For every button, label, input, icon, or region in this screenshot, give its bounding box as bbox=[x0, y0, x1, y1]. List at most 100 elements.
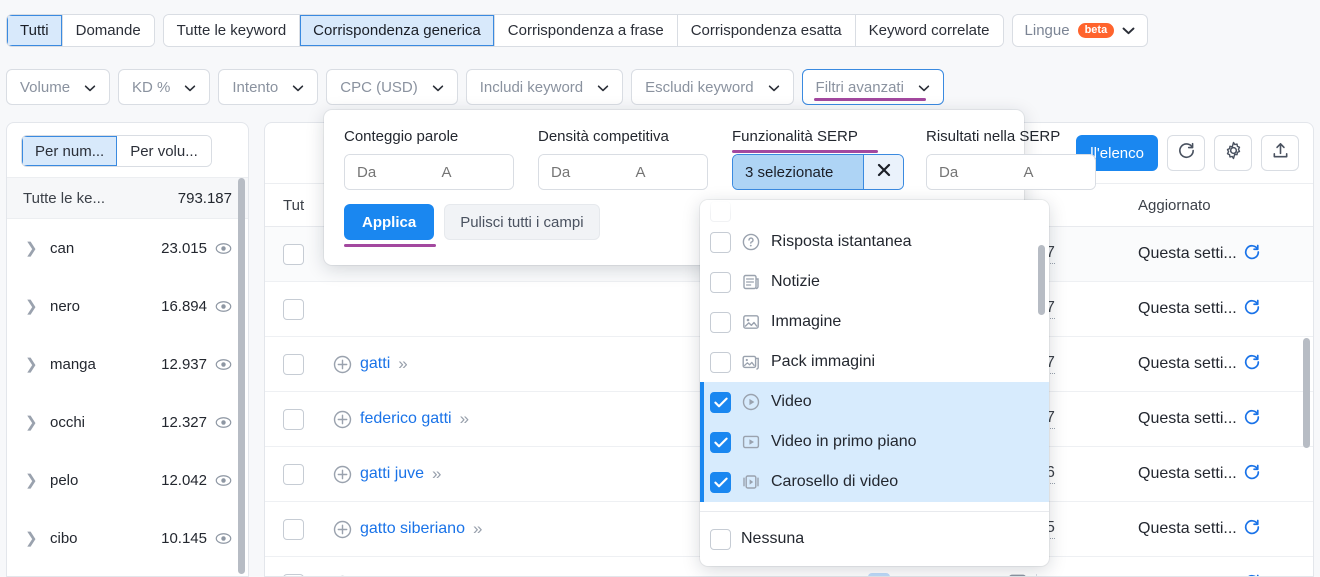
keyword-link[interactable]: gatti bbox=[360, 355, 390, 373]
sidebar-group-row[interactable]: ❯ manga 12.937 bbox=[7, 335, 248, 393]
eye-icon[interactable] bbox=[215, 530, 232, 547]
sidebar-group-row[interactable]: ❯ pelo 12.042 bbox=[7, 451, 248, 509]
chevron-right-icon[interactable]: ❯ bbox=[25, 529, 43, 547]
serp-features-select[interactable]: 3 selezionate bbox=[732, 154, 904, 190]
tab-corrispondenza-generica[interactable]: Corrispondenza generica bbox=[300, 15, 495, 46]
serp-results-to-input[interactable] bbox=[1011, 155, 1095, 189]
row-checkbox-cell[interactable] bbox=[265, 353, 331, 375]
row-refresh-icon[interactable] bbox=[1243, 463, 1261, 486]
density-from-input[interactable] bbox=[539, 155, 623, 189]
row-refresh-icon[interactable] bbox=[1243, 298, 1261, 321]
add-keyword-icon[interactable] bbox=[333, 410, 352, 429]
sidebar-tab-per-numero[interactable]: Per num... bbox=[22, 136, 118, 166]
eye-icon[interactable] bbox=[215, 298, 232, 315]
chevron-right-icon[interactable]: ❯ bbox=[25, 239, 43, 257]
tab-corrispondenza-a-frase[interactable]: Corrispondenza a frase bbox=[494, 15, 678, 46]
row-checkbox[interactable] bbox=[283, 298, 304, 320]
serp-option-checkbox[interactable] bbox=[710, 271, 731, 293]
table-scrollbar[interactable] bbox=[1303, 338, 1310, 448]
filter-kd[interactable]: KD % bbox=[118, 69, 211, 105]
serp-option-checkbox[interactable] bbox=[710, 391, 731, 413]
keyword-expand-icon[interactable]: » bbox=[432, 464, 442, 484]
sidebar-tab-per-volume[interactable]: Per volu... bbox=[117, 136, 211, 166]
serp-option-pack-immagini[interactable]: Pack immagini bbox=[700, 342, 1049, 382]
keyword-link[interactable]: gatti juve bbox=[360, 465, 424, 483]
sidebar-scrollbar[interactable] bbox=[238, 178, 245, 574]
row-checkbox[interactable] bbox=[283, 573, 304, 576]
sidebar-all-keywords-row[interactable]: Tutte le ke... 793.187 bbox=[7, 177, 248, 219]
refresh-button[interactable] bbox=[1167, 135, 1205, 171]
filter-intento[interactable]: Intento bbox=[218, 69, 319, 105]
keyword-expand-icon[interactable]: » bbox=[473, 519, 483, 539]
row-checkbox[interactable] bbox=[283, 463, 304, 485]
add-keyword-icon[interactable] bbox=[333, 520, 352, 539]
intent-badge-informational[interactable]: I bbox=[868, 573, 890, 576]
tab-keyword-correlate[interactable]: Keyword correlate bbox=[855, 15, 1003, 46]
row-checkbox-cell[interactable] bbox=[265, 408, 331, 430]
keyword-link[interactable]: gatto siberiano bbox=[360, 520, 465, 538]
sidebar-group-row[interactable]: ❯ occhi 12.327 bbox=[7, 393, 248, 451]
tab-tutte-le-keyword[interactable]: Tutte le keyword bbox=[163, 15, 301, 46]
serp-option-checkbox[interactable] bbox=[710, 231, 731, 253]
header-updated[interactable]: Aggiornato bbox=[1138, 197, 1313, 214]
sidebar-group-row[interactable]: ❯ can 23.015 bbox=[7, 219, 248, 277]
chevron-right-icon[interactable]: ❯ bbox=[25, 297, 43, 315]
row-checkbox[interactable] bbox=[283, 243, 304, 265]
serp-option-checkbox[interactable] bbox=[710, 200, 731, 222]
tab-corrispondenza-esatta[interactable]: Corrispondenza esatta bbox=[677, 15, 856, 46]
filter-volume[interactable]: Volume bbox=[6, 69, 111, 105]
serp-dropdown-scrollbar[interactable] bbox=[1038, 245, 1045, 315]
tab-tutti[interactable]: Tutti bbox=[7, 15, 63, 46]
filter-includi-keyword[interactable]: Includi keyword bbox=[465, 69, 624, 105]
row-checkbox-cell[interactable] bbox=[265, 298, 331, 320]
row-checkbox-cell[interactable] bbox=[265, 463, 331, 485]
tab-domande[interactable]: Domande bbox=[62, 15, 154, 46]
serp-option-checkbox[interactable] bbox=[710, 431, 731, 453]
serp-option-carosello-di-video[interactable]: Carosello di video bbox=[700, 462, 1049, 502]
density-to-input[interactable] bbox=[623, 155, 707, 189]
filter-cpc[interactable]: CPC (USD) bbox=[326, 69, 458, 105]
competitive-density-range[interactable] bbox=[538, 154, 708, 190]
sf-cell[interactable]: 6 bbox=[988, 572, 1138, 576]
row-checkbox-cell[interactable] bbox=[265, 573, 331, 576]
serp-option-immagine[interactable]: Immagine bbox=[700, 302, 1049, 342]
keyword-expand-icon[interactable]: » bbox=[460, 409, 470, 429]
eye-icon[interactable] bbox=[215, 240, 232, 257]
filter-filtri-avanzati[interactable]: Filtri avanzati bbox=[801, 69, 944, 105]
word-count-range[interactable] bbox=[344, 154, 514, 190]
serp-option-nessuna[interactable]: Nessuna bbox=[700, 511, 1049, 566]
serp-option-video-in-primo-piano[interactable]: Video in primo piano bbox=[700, 422, 1049, 462]
row-refresh-icon[interactable] bbox=[1243, 518, 1261, 541]
keyword-expand-icon[interactable]: » bbox=[398, 354, 408, 374]
clear-all-fields-button[interactable]: Pulisci tutti i campi bbox=[444, 204, 600, 240]
add-keyword-icon[interactable] bbox=[333, 465, 352, 484]
filter-escludi-keyword[interactable]: Escludi keyword bbox=[631, 69, 794, 105]
header-select-all[interactable]: Tut bbox=[265, 197, 331, 214]
languages-dropdown[interactable]: Lingue beta bbox=[1011, 14, 1149, 47]
row-checkbox[interactable] bbox=[283, 408, 304, 430]
add-keyword-icon[interactable] bbox=[333, 355, 352, 374]
keyword-link[interactable]: federico gatti bbox=[360, 410, 452, 428]
row-checkbox-cell[interactable] bbox=[265, 518, 331, 540]
apply-button[interactable]: Applica bbox=[344, 204, 435, 240]
sidebar-group-row[interactable]: ❯ cibo 10.145 bbox=[7, 509, 248, 567]
row-refresh-icon[interactable] bbox=[1243, 408, 1261, 431]
chevron-right-icon[interactable]: ❯ bbox=[25, 413, 43, 431]
serp-option-checkbox[interactable] bbox=[710, 311, 731, 333]
clear-serp-features-button[interactable] bbox=[863, 155, 903, 189]
serp-option-checkbox[interactable] bbox=[710, 471, 731, 493]
serp-option-checkbox[interactable] bbox=[710, 528, 731, 550]
sidebar-group-row[interactable]: ❯ nero 16.894 bbox=[7, 277, 248, 335]
row-refresh-icon[interactable] bbox=[1243, 243, 1261, 266]
row-checkbox[interactable] bbox=[283, 518, 304, 540]
settings-button[interactable] bbox=[1214, 135, 1252, 171]
word-count-from-input[interactable] bbox=[345, 155, 429, 189]
eye-icon[interactable] bbox=[215, 356, 232, 373]
serp-option-notizie[interactable]: Notizie bbox=[700, 262, 1049, 302]
eye-icon[interactable] bbox=[215, 414, 232, 431]
row-checkbox[interactable] bbox=[283, 353, 304, 375]
serp-option-risposta-istantanea[interactable]: Risposta istantanea bbox=[700, 222, 1049, 262]
serp-option[interactable] bbox=[700, 200, 1049, 222]
serp-results-range[interactable] bbox=[926, 154, 1096, 190]
eye-icon[interactable] bbox=[215, 472, 232, 489]
